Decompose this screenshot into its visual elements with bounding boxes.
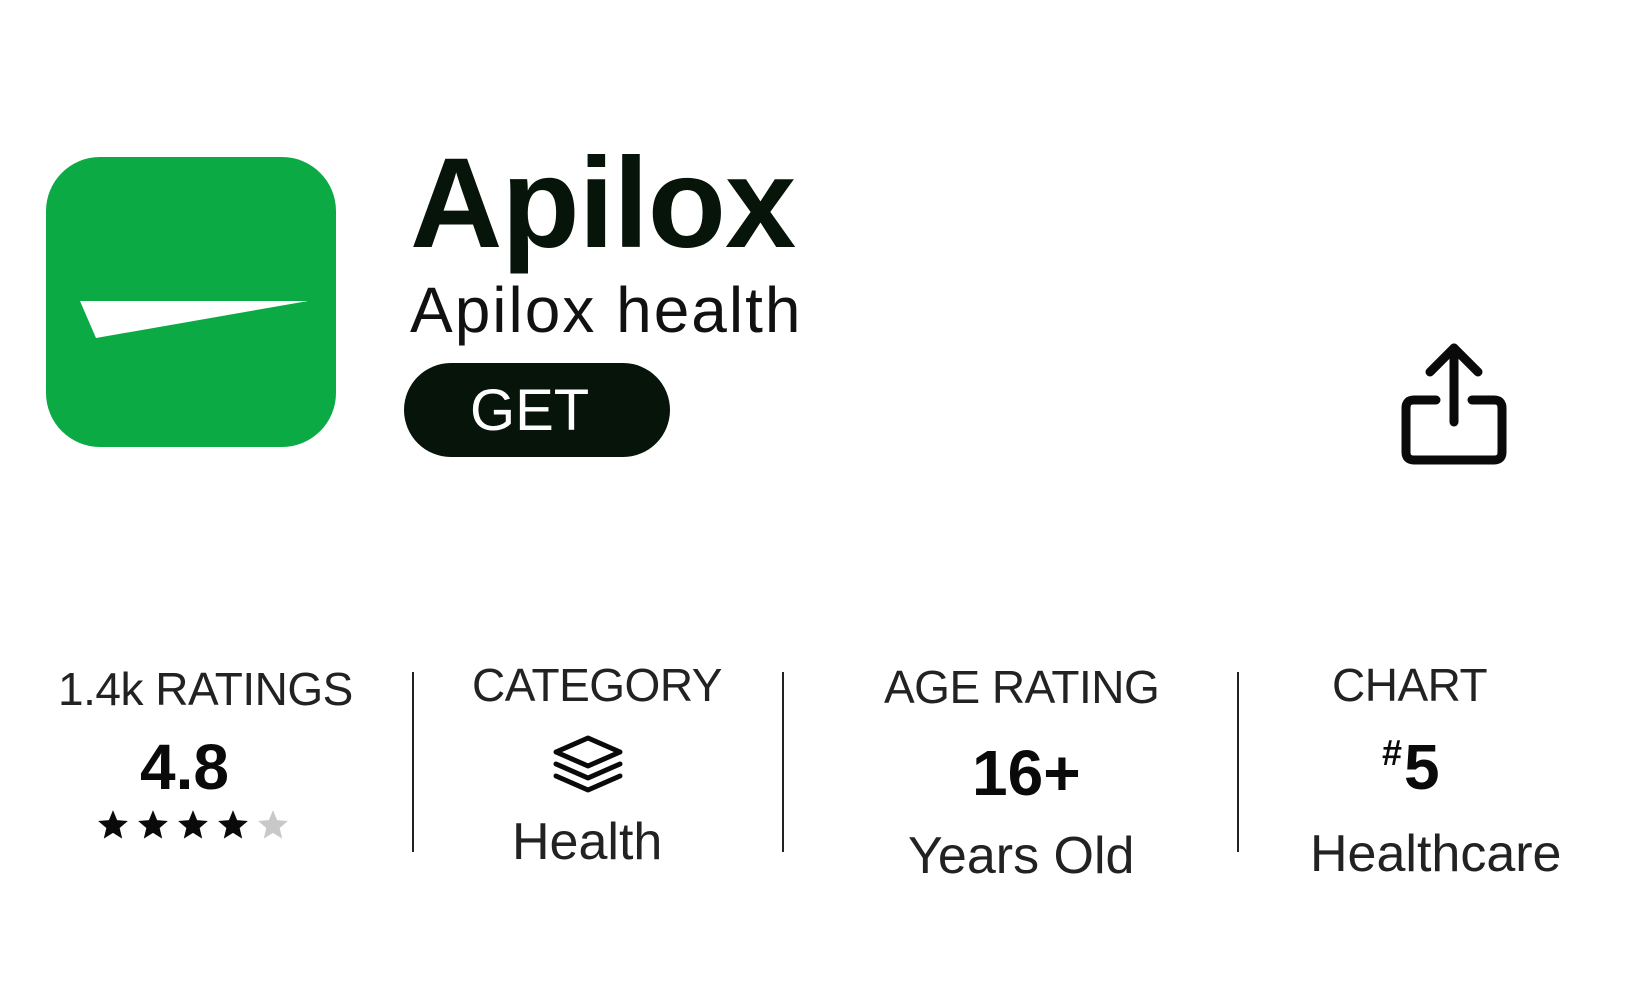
chart-hash: # bbox=[1382, 732, 1403, 773]
star-icon bbox=[178, 810, 208, 839]
ratings-count-label: 1.4k RATINGS bbox=[58, 663, 353, 715]
get-button[interactable]: GET bbox=[404, 363, 670, 457]
star-icon bbox=[138, 810, 168, 839]
share-button[interactable] bbox=[1400, 340, 1508, 466]
star-icon bbox=[218, 810, 248, 839]
chart-category: Healthcare bbox=[1310, 825, 1562, 883]
category-label: CATEGORY bbox=[472, 659, 722, 711]
rating-value: 4.8 bbox=[140, 731, 229, 803]
age-rating-sub: Years Old bbox=[908, 827, 1135, 885]
layers-icon bbox=[553, 735, 623, 793]
share-icon bbox=[1401, 343, 1507, 465]
star-rating bbox=[96, 808, 290, 842]
divider bbox=[1237, 672, 1239, 852]
app-store-header: Apilox Apilox health GET 1.4k RATINGS 4.… bbox=[0, 0, 1630, 984]
divider bbox=[412, 672, 414, 852]
age-rating-value: 16+ bbox=[972, 737, 1081, 809]
divider bbox=[782, 672, 784, 852]
star-icon bbox=[258, 810, 288, 839]
age-rating-label: AGE RATING bbox=[884, 661, 1160, 713]
chart-label: CHART bbox=[1332, 659, 1488, 711]
app-icon bbox=[46, 157, 336, 447]
star-icon bbox=[98, 810, 128, 839]
chart-rank-value: 5 bbox=[1404, 731, 1440, 803]
get-button-label: GET bbox=[470, 377, 590, 443]
app-title: Apilox bbox=[410, 132, 796, 275]
category-value: Health bbox=[512, 813, 663, 871]
app-subtitle: Apilox health bbox=[410, 274, 803, 346]
app-logo-icon bbox=[46, 157, 336, 447]
